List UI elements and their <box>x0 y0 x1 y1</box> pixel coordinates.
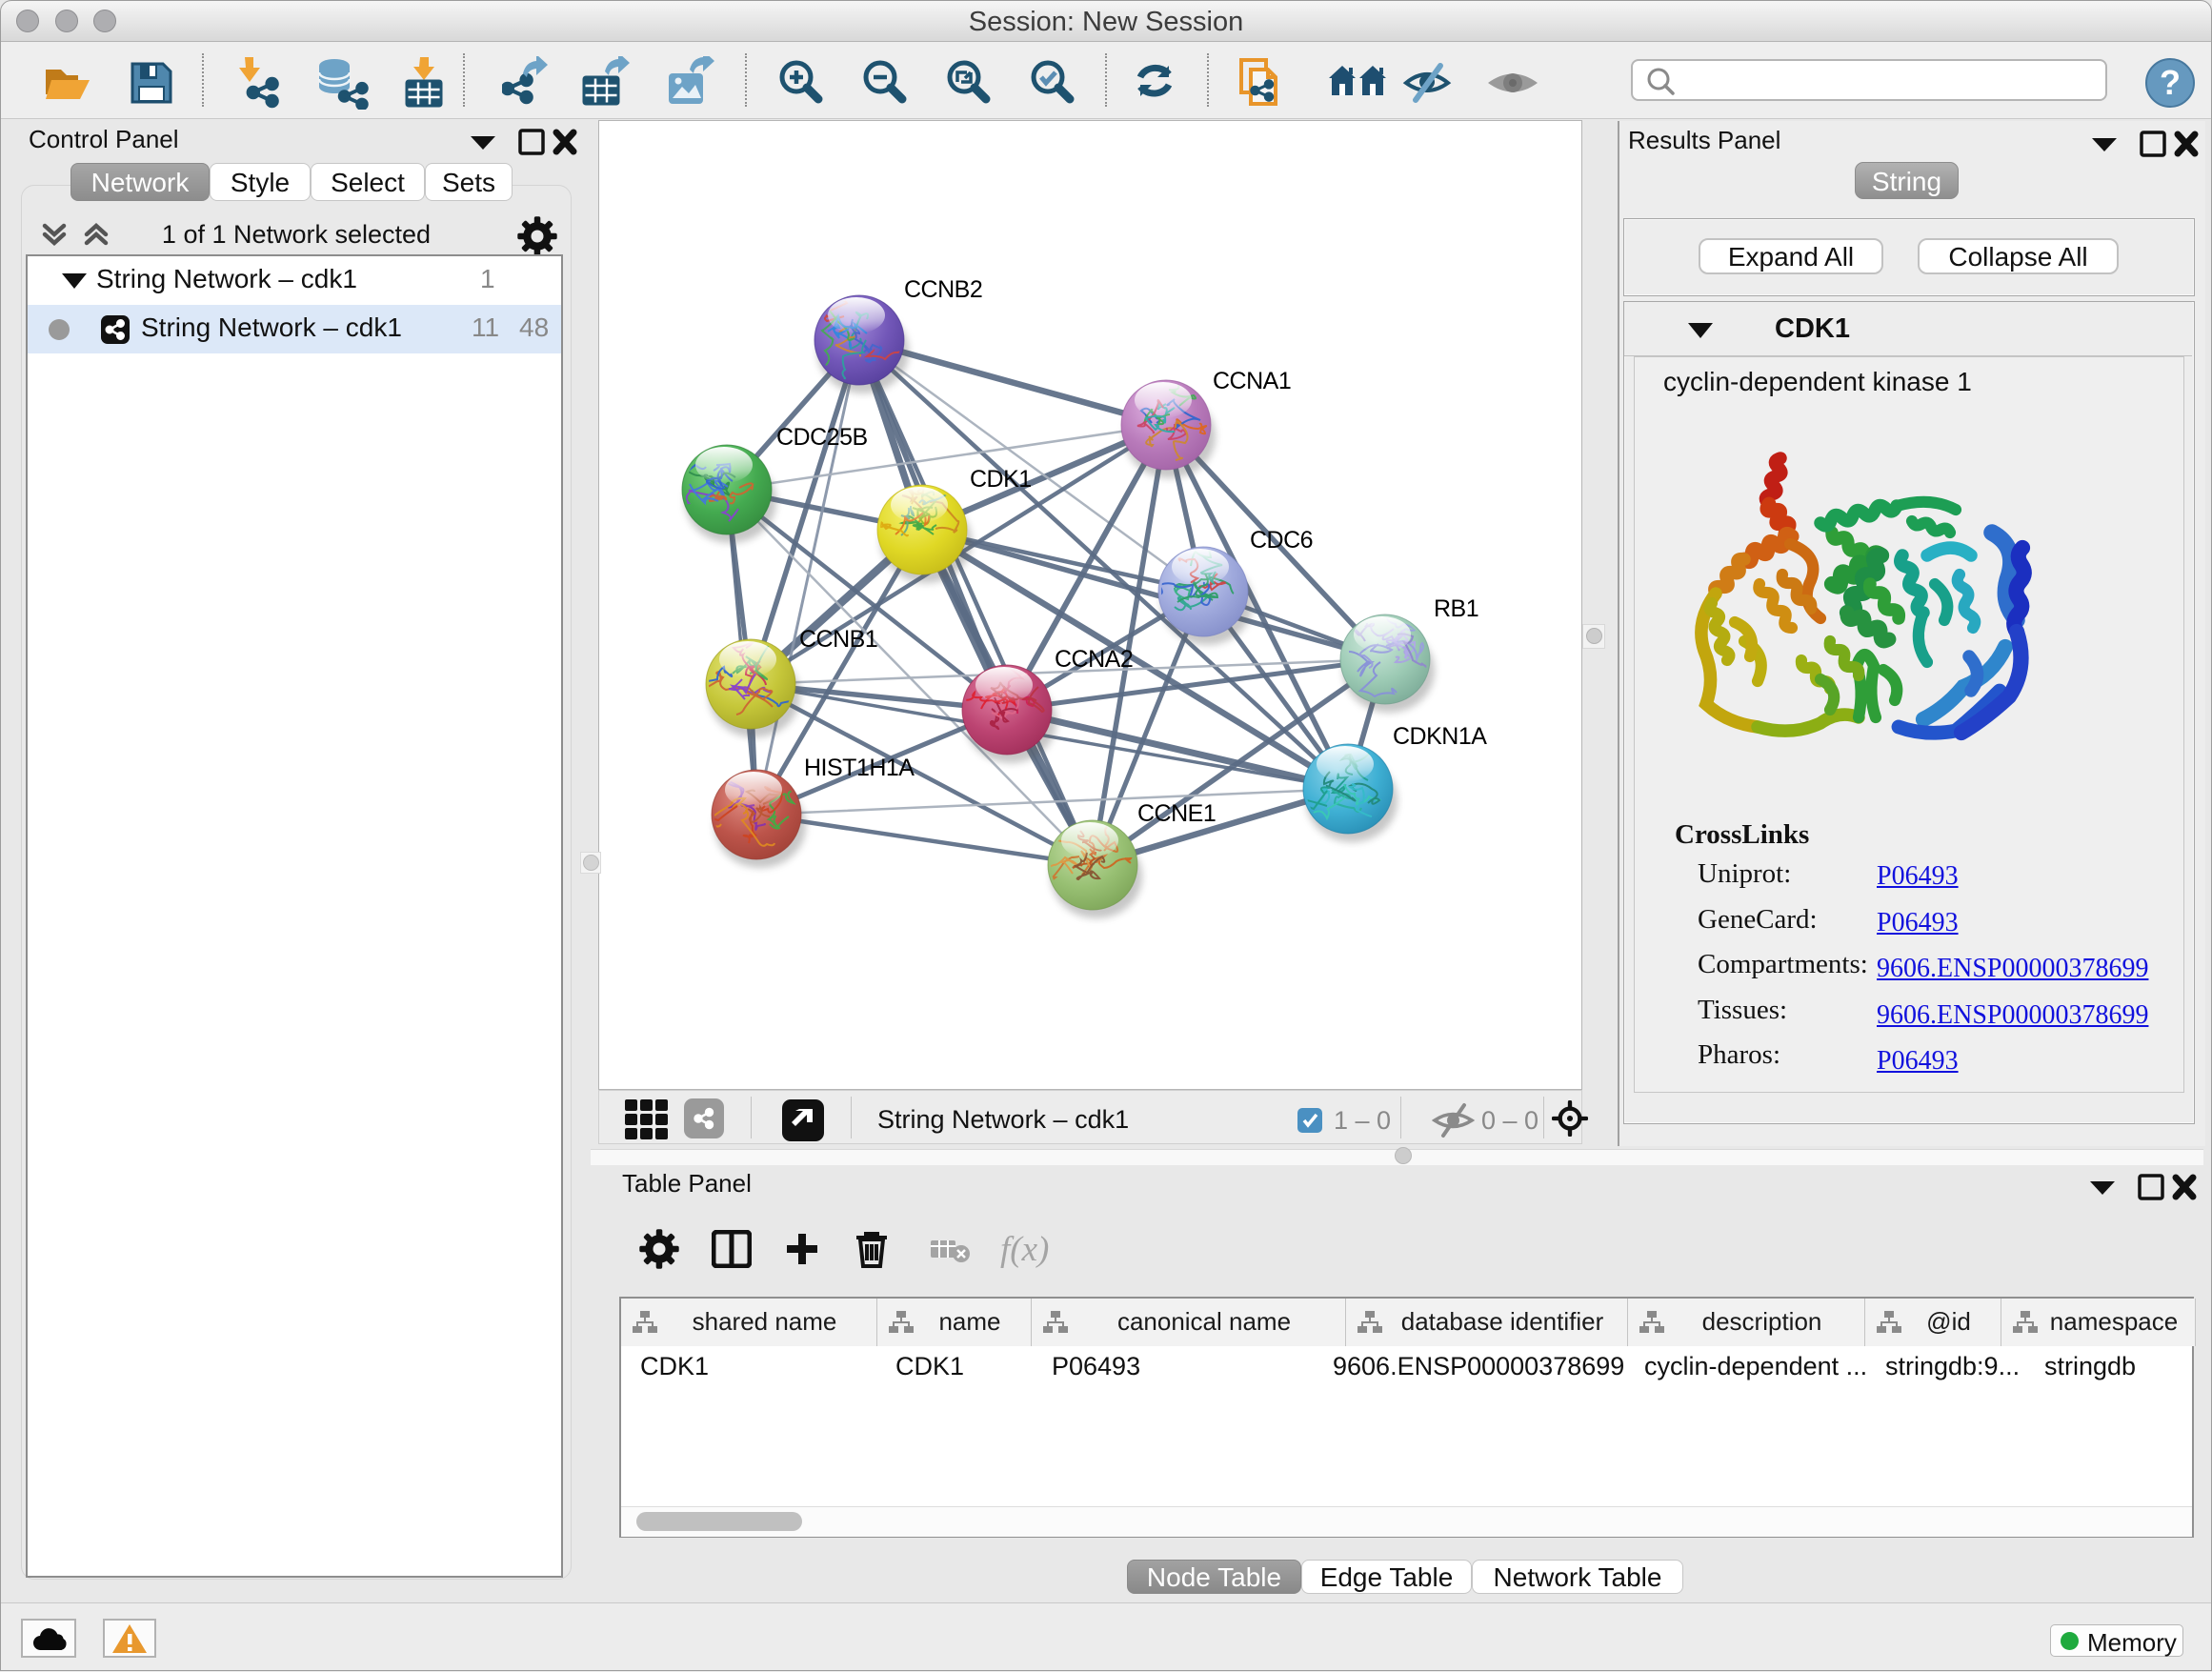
svg-text:CCNA1: CCNA1 <box>1213 368 1291 394</box>
svg-text:CDKN1A: CDKN1A <box>1393 723 1487 750</box>
svg-text:HIST1H1A: HIST1H1A <box>804 755 915 781</box>
svg-text:RB1: RB1 <box>1434 595 1478 622</box>
svg-text:CDC6: CDC6 <box>1250 527 1313 554</box>
svg-text:?: ? <box>2160 63 2181 102</box>
svg-text:CCNB2: CCNB2 <box>904 276 982 303</box>
svg-text:CCNA2: CCNA2 <box>1055 646 1133 673</box>
svg-text:CDK1: CDK1 <box>970 466 1032 493</box>
svg-text:CDC25B: CDC25B <box>776 424 868 451</box>
svg-text:CCNB1: CCNB1 <box>799 626 877 653</box>
svg-text:CCNE1: CCNE1 <box>1137 800 1216 827</box>
